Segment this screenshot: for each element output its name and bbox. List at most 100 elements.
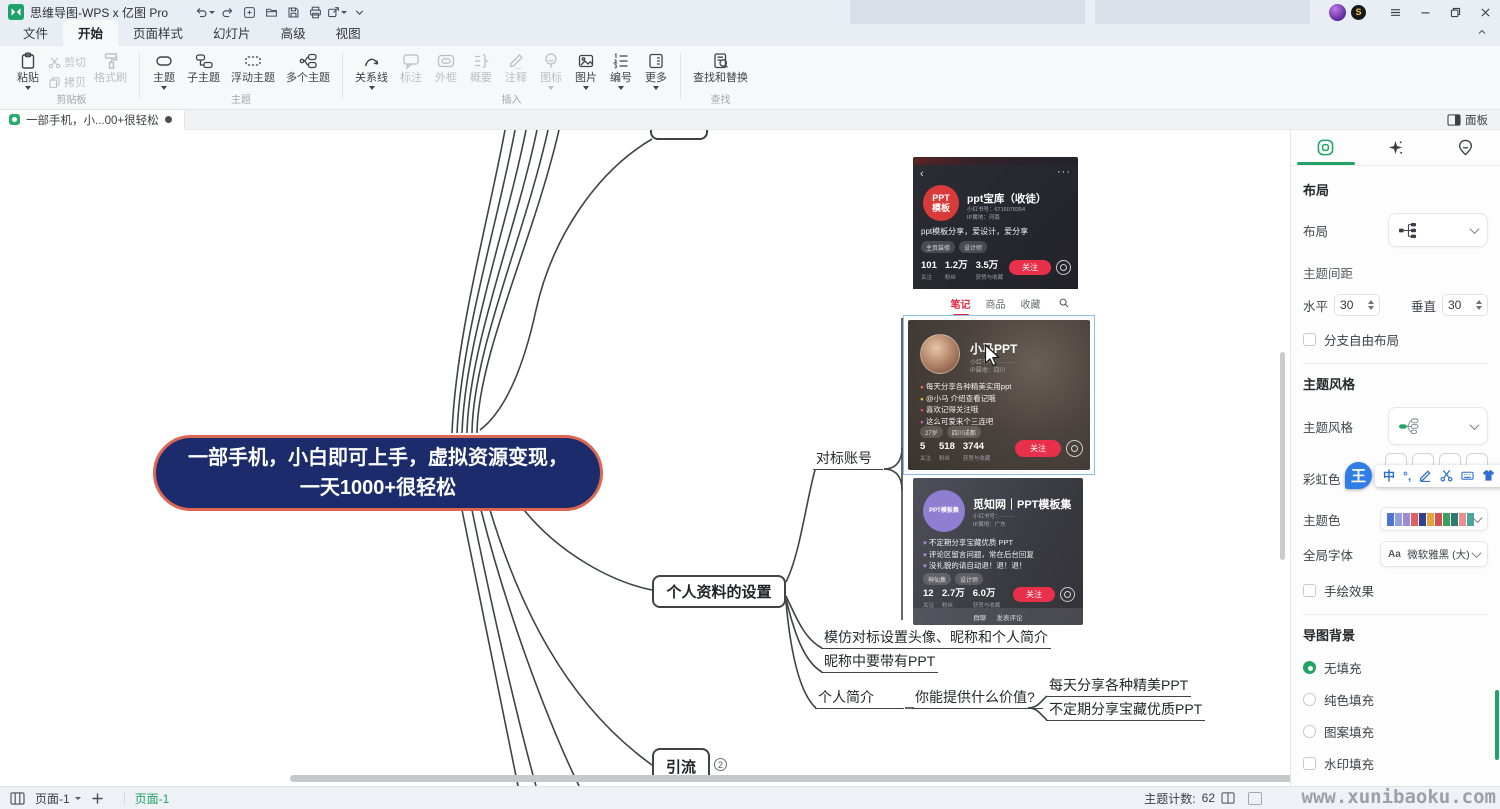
paste-dropdown-caret[interactable] [25, 86, 31, 90]
numbered-list-icon [612, 52, 630, 70]
more-quick-actions-button[interactable] [348, 2, 370, 22]
panel-scrollbar[interactable] [1495, 690, 1499, 760]
subtopic-button[interactable]: 子主题 [182, 48, 225, 90]
tab-sticker-pin[interactable] [1430, 130, 1500, 165]
boundary-button[interactable]: 外框 [429, 48, 463, 90]
window-menu-button[interactable] [1380, 0, 1410, 24]
columns-icon[interactable] [1221, 792, 1235, 804]
central-topic-node[interactable]: 一部手机，小白即可上手，虚拟资源变现，一天1000+很轻松 [153, 435, 603, 511]
layout-select[interactable] [1388, 213, 1488, 247]
cut-button[interactable]: 剪切 [48, 54, 86, 70]
ime-skin-shirt-icon[interactable] [1482, 469, 1495, 482]
format-painter-button[interactable]: 格式刷 [89, 48, 132, 90]
active-page-tab[interactable]: 页面-1 [135, 790, 170, 807]
topic-node-profile-setup[interactable]: 个人资料的设置 [652, 575, 786, 608]
page-selector-dropdown[interactable]: 页面-1 [35, 790, 81, 807]
menu-tab-file[interactable]: 文件 [8, 20, 63, 46]
branch-benchmark-account[interactable]: 对标账号 [813, 451, 883, 470]
user-avatar[interactable] [1329, 4, 1346, 21]
collapse-ribbon-icon[interactable] [1476, 25, 1488, 43]
numbering-dropdown-caret[interactable] [618, 86, 624, 90]
add-page-button[interactable] [91, 792, 104, 805]
relationship-dropdown-caret[interactable] [369, 86, 375, 90]
document-tab[interactable]: 一部手机，小...00+很轻松 [0, 110, 185, 130]
menu-tab-slides[interactable]: 幻灯片 [198, 20, 266, 46]
save-button[interactable] [282, 2, 304, 22]
redo-button[interactable] [216, 2, 238, 22]
image-dropdown-caret[interactable] [583, 86, 589, 90]
branch-personal-bio[interactable]: 个人简介 [815, 690, 904, 709]
icon-dropdown-caret[interactable] [548, 86, 554, 90]
topic-button[interactable]: 主题 [147, 48, 181, 90]
stepper-arrows-icon[interactable] [1476, 300, 1482, 310]
share-button[interactable] [326, 2, 348, 22]
tab-ai-sparkle[interactable] [1361, 130, 1431, 165]
horizontal-scrollbar[interactable] [290, 775, 1290, 782]
floating-topic-button[interactable]: 浮动主题 [226, 48, 280, 90]
global-font-select[interactable]: Aa 微软雅黑 (大) [1380, 541, 1488, 567]
menu-tab-home[interactable]: 开始 [63, 20, 118, 46]
undo-dropdown-caret[interactable] [209, 11, 215, 14]
vertical-scrollbar[interactable] [1280, 352, 1285, 560]
fill-none-radio[interactable] [1303, 661, 1316, 674]
ime-keyboard-icon[interactable] [1461, 469, 1474, 482]
ime-logo-icon[interactable]: 王 [1345, 462, 1372, 489]
account-meta: 小红书号：········· IP属地：广东 [973, 514, 1014, 529]
close-button[interactable] [1470, 0, 1500, 24]
vertical-spacing-stepper[interactable]: 30 [1442, 294, 1488, 316]
branch-nickname-ppt[interactable]: 昵称中要带有PPT [821, 654, 938, 673]
icon-button[interactable]: 图标 [534, 48, 568, 90]
hand-drawn-checkbox[interactable] [1303, 584, 1316, 597]
leaf-daily-ppt[interactable]: 每天分享各种精美PPT [1046, 678, 1191, 697]
image-button[interactable]: 图片 [569, 48, 603, 90]
collapse-count-badge[interactable]: 2 [714, 758, 727, 771]
restore-button[interactable] [1440, 0, 1470, 24]
ime-pen-icon[interactable] [1419, 469, 1432, 482]
numbering-button[interactable]: 编号 [604, 48, 638, 90]
branch-what-value[interactable]: 你能提供什么价值? [912, 690, 1043, 709]
leaf-premium-ppt[interactable]: 不定期分享宝藏优质PPT [1046, 702, 1205, 721]
panel-toggle-button[interactable]: 面板 [1447, 112, 1500, 128]
minimize-button[interactable] [1410, 0, 1440, 24]
fill-solid-radio[interactable] [1303, 693, 1316, 706]
profile-card-xiaoma-selected[interactable]: 小马PPT 小红书号：········· IP属地：四川 ●每天分享各种精美实用… [908, 320, 1090, 470]
summary-button[interactable]: 概要 [464, 48, 498, 90]
note-button[interactable]: 注释 [499, 48, 533, 90]
stepper-arrows-icon[interactable] [1368, 300, 1374, 310]
fill-pattern-radio[interactable] [1303, 725, 1316, 738]
topic-dropdown-caret[interactable] [161, 86, 167, 90]
find-replace-button[interactable]: 查找和替换 [688, 48, 753, 90]
paste-button[interactable]: 粘贴 [11, 48, 45, 90]
menu-tab-page-style[interactable]: 页面样式 [118, 20, 198, 46]
open-file-button[interactable] [260, 2, 282, 22]
undo-button[interactable] [194, 2, 216, 22]
new-file-button[interactable] [238, 2, 260, 22]
topic-node-clipped-top[interactable] [650, 130, 708, 140]
callout-button[interactable]: 标注 [394, 48, 428, 90]
share-dropdown-caret[interactable] [341, 11, 347, 14]
print-button[interactable] [304, 2, 326, 22]
menu-tab-advanced[interactable]: 高级 [266, 20, 321, 46]
theme-color-select[interactable] [1380, 507, 1488, 531]
tab-style-settings[interactable] [1291, 130, 1361, 165]
relationship-line-button[interactable]: 关系线 [350, 48, 393, 90]
vip-badge-icon[interactable]: S [1351, 5, 1366, 20]
branch-imitate-profile[interactable]: 模仿对标设置头像、昵称和个人简介 [821, 630, 1051, 649]
multiple-topics-button[interactable]: 多个主题 [281, 48, 335, 90]
theme-style-preview-icon [1398, 418, 1419, 435]
more-dropdown-caret[interactable] [653, 86, 659, 90]
theme-style-select[interactable] [1388, 407, 1488, 445]
ime-scissors-icon[interactable] [1440, 469, 1453, 482]
more-insert-button[interactable]: 更多 [639, 48, 673, 90]
menu-tab-view[interactable]: 视图 [321, 20, 376, 46]
free-layout-checkbox[interactable] [1303, 333, 1316, 346]
profile-card-pptbaoku[interactable]: ‹ ··· PPT 模板 ppt宝库（收徒） 小红书号：6716078354 I… [913, 157, 1078, 317]
horizontal-spacing-stepper[interactable]: 30 [1334, 294, 1380, 316]
mindmap-canvas[interactable]: 一部手机，小白即可上手，虚拟资源变现，一天1000+很轻松 个人资料的设置 引流… [0, 130, 1290, 786]
ime-punctuation[interactable]: °, [1403, 469, 1411, 483]
profile-card-mizhiwang[interactable]: PPT模板集 觅知网｜PPT模板集 小红书号：········· IP属地：广东… [913, 478, 1083, 625]
fill-watermark-checkbox[interactable] [1303, 757, 1316, 770]
copy-button[interactable]: 拷贝 [48, 74, 86, 90]
page-overview-button[interactable] [10, 792, 25, 805]
ime-mode-chinese[interactable]: 中 [1383, 467, 1395, 484]
